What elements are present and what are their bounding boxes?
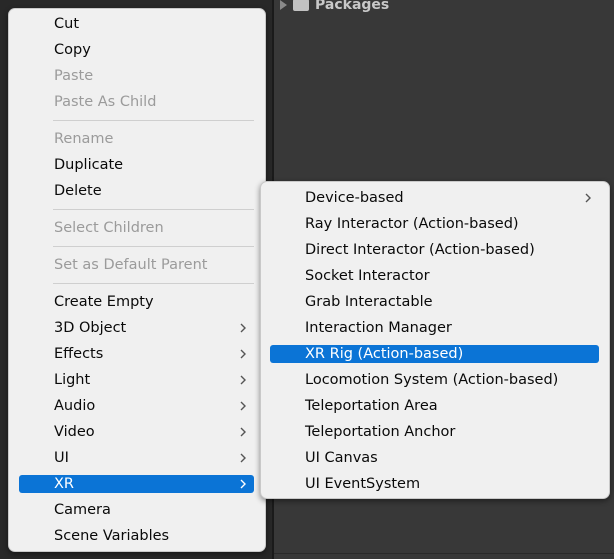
submenu-item-label: UI Canvas bbox=[305, 450, 378, 466]
chevron-right-icon bbox=[240, 427, 246, 437]
menu-item-label: Duplicate bbox=[54, 157, 124, 173]
menu-item-label: Scene Variables bbox=[54, 528, 170, 544]
menu-item-ui[interactable]: UI bbox=[19, 449, 254, 467]
menu-item-label: Create Empty bbox=[54, 294, 154, 310]
menu-item-label: Video bbox=[54, 424, 95, 440]
menu-item-create-empty[interactable]: Create Empty bbox=[19, 293, 254, 311]
menu-separator bbox=[53, 283, 254, 284]
chevron-right-icon bbox=[240, 349, 246, 359]
submenu-item-interaction-manager[interactable]: Interaction Manager bbox=[270, 319, 599, 337]
submenu-item-label: UI EventSystem bbox=[305, 476, 421, 492]
chevron-right-icon bbox=[240, 453, 246, 463]
menu-item-label: XR bbox=[54, 476, 75, 492]
menu-item-label: Copy bbox=[54, 42, 91, 58]
submenu-item-direct-interactor[interactable]: Direct Interactor (Action-based) bbox=[270, 241, 599, 259]
submenu-item-locomotion-system[interactable]: Locomotion System (Action-based) bbox=[270, 371, 599, 389]
xr-submenu: Device-based Ray Interactor (Action-base… bbox=[260, 181, 610, 499]
submenu-item-ui-canvas[interactable]: UI Canvas bbox=[270, 449, 599, 467]
folder-icon bbox=[293, 0, 309, 11]
submenu-item-device-based[interactable]: Device-based bbox=[270, 189, 599, 207]
submenu-item-grab-interactable[interactable]: Grab Interactable bbox=[270, 293, 599, 311]
menu-item-label: Effects bbox=[54, 346, 104, 362]
panel-bottom-border bbox=[274, 553, 614, 554]
menu-separator bbox=[53, 246, 254, 247]
submenu-item-ray-interactor[interactable]: Ray Interactor (Action-based) bbox=[270, 215, 599, 233]
menu-item-label: UI bbox=[54, 450, 69, 466]
submenu-item-label: Direct Interactor (Action-based) bbox=[305, 242, 535, 258]
menu-item-3d-object[interactable]: 3D Object bbox=[19, 319, 254, 337]
menu-item-label: 3D Object bbox=[54, 320, 127, 336]
menu-item-copy[interactable]: Copy bbox=[19, 41, 254, 59]
submenu-item-label: Teleportation Anchor bbox=[305, 424, 456, 440]
menu-item-scene-variables[interactable]: Scene Variables bbox=[19, 527, 254, 545]
menu-item-camera[interactable]: Camera bbox=[19, 501, 254, 519]
menu-item-label: Paste bbox=[54, 68, 94, 84]
chevron-right-icon bbox=[240, 401, 246, 411]
menu-item-rename: Rename bbox=[19, 130, 254, 148]
submenu-item-label: Grab Interactable bbox=[305, 294, 433, 310]
submenu-item-label: XR Rig (Action-based) bbox=[305, 346, 464, 362]
hierarchy-context-menu: Cut Copy Paste Paste As Child Rename Dup… bbox=[8, 8, 266, 552]
folder-label: Packages bbox=[315, 0, 390, 13]
chevron-right-icon bbox=[585, 193, 591, 203]
menu-item-label: Delete bbox=[54, 183, 102, 199]
menu-item-label: Camera bbox=[54, 502, 111, 518]
chevron-right-icon bbox=[240, 375, 246, 385]
project-folder-packages[interactable]: Packages bbox=[280, 0, 389, 15]
menu-item-effects[interactable]: Effects bbox=[19, 345, 254, 363]
menu-item-xr[interactable]: XR bbox=[19, 475, 254, 493]
menu-item-label: Audio bbox=[54, 398, 96, 414]
chevron-right-icon bbox=[240, 323, 246, 333]
menu-item-label: Select Children bbox=[54, 220, 164, 236]
menu-separator bbox=[53, 209, 254, 210]
submenu-item-teleportation-area[interactable]: Teleportation Area bbox=[270, 397, 599, 415]
submenu-item-ui-eventsystem[interactable]: UI EventSystem bbox=[270, 475, 599, 493]
submenu-item-label: Locomotion System (Action-based) bbox=[305, 372, 559, 388]
expand-arrow-icon[interactable] bbox=[280, 0, 287, 10]
menu-item-select-children: Select Children bbox=[19, 219, 254, 237]
menu-item-set-default-parent: Set as Default Parent bbox=[19, 256, 254, 274]
submenu-item-label: Ray Interactor (Action-based) bbox=[305, 216, 519, 232]
submenu-item-xr-rig[interactable]: XR Rig (Action-based) bbox=[270, 345, 599, 363]
menu-item-delete[interactable]: Delete bbox=[19, 182, 254, 200]
submenu-item-teleportation-anchor[interactable]: Teleportation Anchor bbox=[270, 423, 599, 441]
menu-item-audio[interactable]: Audio bbox=[19, 397, 254, 415]
chevron-right-icon bbox=[240, 479, 246, 489]
submenu-item-socket-interactor[interactable]: Socket Interactor bbox=[270, 267, 599, 285]
menu-item-paste: Paste bbox=[19, 67, 254, 85]
menu-item-label: Rename bbox=[54, 131, 114, 147]
menu-separator bbox=[53, 120, 254, 121]
submenu-item-label: Teleportation Area bbox=[305, 398, 438, 414]
menu-item-label: Cut bbox=[54, 16, 79, 32]
submenu-item-label: Device-based bbox=[305, 190, 404, 206]
submenu-item-label: Socket Interactor bbox=[305, 268, 430, 284]
menu-item-paste-as-child: Paste As Child bbox=[19, 93, 254, 111]
menu-item-label: Paste As Child bbox=[54, 94, 157, 110]
menu-item-video[interactable]: Video bbox=[19, 423, 254, 441]
submenu-item-label: Interaction Manager bbox=[305, 320, 452, 336]
menu-item-label: Light bbox=[54, 372, 91, 388]
menu-item-cut[interactable]: Cut bbox=[19, 15, 254, 33]
menu-item-duplicate[interactable]: Duplicate bbox=[19, 156, 254, 174]
menu-item-label: Set as Default Parent bbox=[54, 257, 208, 273]
menu-item-light[interactable]: Light bbox=[19, 371, 254, 389]
